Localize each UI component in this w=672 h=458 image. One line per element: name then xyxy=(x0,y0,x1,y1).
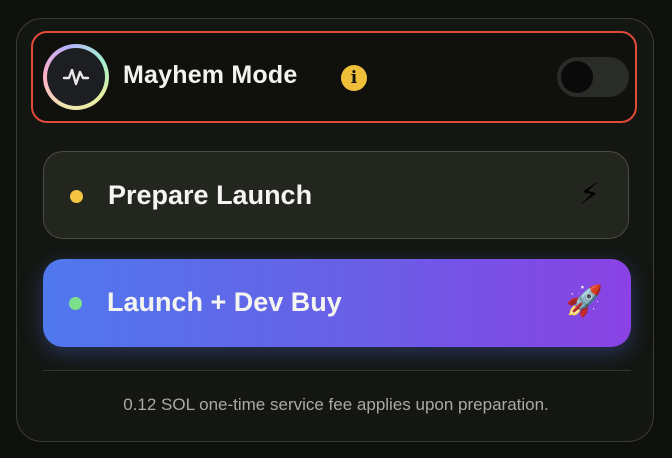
status-dot-yellow xyxy=(70,190,83,203)
mayhem-mode-toggle[interactable] xyxy=(557,57,629,97)
status-dot-green xyxy=(69,297,82,310)
launch-dev-buy-label: Launch + Dev Buy xyxy=(107,287,342,317)
mayhem-avatar xyxy=(43,44,109,110)
rocket-icon: 🚀 xyxy=(565,285,603,318)
launch-dev-buy-button[interactable]: Launch + Dev Buy 🚀 xyxy=(43,259,631,347)
toggle-knob xyxy=(561,61,593,93)
waveform-icon xyxy=(62,68,90,86)
mayhem-mode-title: Mayhem Mode xyxy=(123,61,298,89)
info-icon[interactable]: i xyxy=(341,65,367,91)
mayhem-mode-row: Mayhem Mode i xyxy=(31,31,637,123)
lightning-icon: ⚡ xyxy=(578,178,600,211)
service-fee-note: 0.12 SOL one-time service fee applies up… xyxy=(123,395,549,414)
prepare-launch-label: Prepare Launch xyxy=(108,180,313,210)
prepare-launch-button[interactable]: Prepare Launch ⚡ xyxy=(43,151,629,239)
launch-panel: Mayhem Mode i Prepare Launch ⚡ Launch + … xyxy=(16,18,654,442)
divider xyxy=(43,370,631,371)
